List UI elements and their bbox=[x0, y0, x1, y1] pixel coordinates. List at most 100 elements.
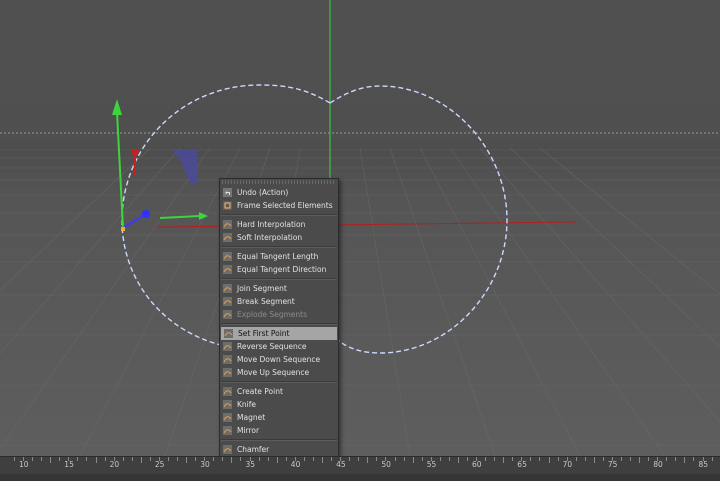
ruler-tick bbox=[512, 457, 513, 461]
menu-item-label: Move Up Sequence bbox=[237, 368, 310, 377]
context-menu: Undo (Action) Frame Selected Elements Hard… bbox=[219, 178, 339, 456]
ruler-tick bbox=[549, 457, 550, 463]
ruler-label: 85 bbox=[698, 460, 709, 469]
ruler-label: 25 bbox=[154, 460, 165, 469]
ruler-tick bbox=[240, 457, 241, 461]
menu-item-knife[interactable]: Knife bbox=[220, 398, 338, 411]
menu-item-reverse-sequence[interactable]: Reverse Sequence bbox=[220, 340, 338, 353]
move-manipulator[interactable] bbox=[112, 99, 208, 231]
ruler-tick bbox=[440, 457, 441, 461]
ruler-label: 75 bbox=[607, 460, 618, 469]
ruler-tick bbox=[693, 457, 694, 461]
ruler-tick bbox=[494, 457, 495, 461]
ruler-tick bbox=[422, 457, 423, 461]
menu-item-frame-selected-elements[interactable]: Frame Selected Elements bbox=[220, 199, 338, 212]
ruler-tick bbox=[458, 457, 459, 463]
menu-separator bbox=[221, 214, 337, 216]
ruler-tick bbox=[712, 457, 713, 461]
menu-item-explode-segments: Explode Segments bbox=[220, 308, 338, 321]
ruler-tick bbox=[105, 457, 106, 461]
ruler-label: 30 bbox=[200, 460, 210, 469]
menu-item-magnet[interactable]: Magnet bbox=[220, 411, 338, 424]
menu-item-chamfer[interactable]: Chamfer bbox=[220, 443, 338, 456]
break-segment-icon bbox=[223, 297, 232, 306]
menu-item-label: Soft Interpolation bbox=[237, 233, 303, 242]
menu-grip[interactable] bbox=[222, 180, 336, 184]
ruler-tick bbox=[286, 457, 287, 461]
hard-interp-icon bbox=[223, 220, 232, 229]
ruler-tick bbox=[576, 457, 577, 461]
menu-item-move-up-sequence[interactable]: Move Up Sequence bbox=[220, 366, 338, 379]
set-first-point-icon bbox=[224, 329, 233, 338]
menu-item-equal-tangent-direction[interactable]: Equal Tangent Direction bbox=[220, 263, 338, 276]
ruler-tick bbox=[41, 457, 42, 461]
ruler-tick bbox=[349, 457, 350, 461]
menu-item-hard-interpolation[interactable]: Hard Interpolation bbox=[220, 218, 338, 231]
menu-item-label: Frame Selected Elements bbox=[237, 201, 333, 210]
menu-item-break-segment[interactable]: Break Segment bbox=[220, 295, 338, 308]
move-down-icon bbox=[223, 355, 232, 364]
ruler-tick bbox=[86, 457, 87, 461]
reverse-sequence-icon bbox=[223, 342, 232, 351]
ruler-tick bbox=[675, 457, 676, 461]
menu-separator bbox=[221, 323, 337, 325]
menu-item-create-point[interactable]: Create Point bbox=[220, 385, 338, 398]
ruler-tick bbox=[150, 457, 151, 461]
menu-item-label: Knife bbox=[237, 400, 257, 409]
menu-item-label: Reverse Sequence bbox=[237, 342, 307, 351]
menu-item-join-segment[interactable]: Join Segment bbox=[220, 282, 338, 295]
ruler-label: 10 bbox=[19, 460, 29, 469]
ruler-label: 80 bbox=[653, 460, 663, 469]
ruler-tick bbox=[630, 457, 631, 461]
menu-item-label: Equal Tangent Direction bbox=[237, 265, 327, 274]
ruler-tick bbox=[168, 457, 169, 461]
ruler-tick bbox=[222, 457, 223, 461]
ruler-label: 45 bbox=[336, 460, 346, 469]
ruler-tick bbox=[485, 457, 486, 461]
menu-item-soft-interpolation[interactable]: Soft Interpolation bbox=[220, 231, 338, 244]
knife-icon bbox=[223, 400, 232, 409]
chamfer-icon bbox=[223, 445, 232, 454]
frame-icon bbox=[223, 201, 232, 210]
ruler-tick bbox=[259, 457, 260, 461]
floor-grid bbox=[0, 147, 720, 456]
menu-item-move-down-sequence[interactable]: Move Down Sequence bbox=[220, 353, 338, 366]
ruler-tick bbox=[32, 457, 33, 461]
tangent-length-icon bbox=[223, 252, 232, 261]
ruler-tick bbox=[186, 457, 187, 463]
ruler-tick bbox=[123, 457, 124, 461]
ruler-tick bbox=[666, 457, 667, 461]
join-segment-icon bbox=[223, 284, 232, 293]
menu-item-undo-action[interactable]: Undo (Action) bbox=[220, 186, 338, 199]
ruler-tick bbox=[268, 457, 269, 461]
ruler-tick bbox=[177, 457, 178, 461]
ruler-tick bbox=[404, 457, 405, 461]
timeline-ruler[interactable]: 10 15 20 25 30 35 40 45 50 55 60 65 70 75 80 85 bbox=[0, 456, 720, 481]
menu-item-label: Mirror bbox=[237, 426, 260, 435]
ruler-tick bbox=[50, 457, 51, 463]
menu-item-equal-tangent-length[interactable]: Equal Tangent Length bbox=[220, 250, 338, 263]
ruler-tick bbox=[277, 457, 278, 463]
menu-item-set-first-point[interactable]: Set First Point bbox=[221, 327, 337, 340]
ruler-tick bbox=[530, 457, 531, 461]
menu-item-mirror[interactable]: Mirror bbox=[220, 424, 338, 437]
ruler-tick bbox=[376, 457, 377, 461]
ruler-tick bbox=[395, 457, 396, 461]
ruler-label: 70 bbox=[562, 460, 573, 469]
menu-separator bbox=[221, 246, 337, 248]
menu-separator bbox=[221, 439, 337, 441]
move-up-icon bbox=[223, 368, 232, 377]
ruler-tick bbox=[449, 457, 450, 461]
ruler-tick bbox=[358, 457, 359, 461]
ruler-tick bbox=[331, 457, 332, 461]
ruler-tick bbox=[539, 457, 540, 461]
viewport-3d[interactable]: Undo (Action) Frame Selected Elements Hard… bbox=[0, 0, 720, 456]
ruler-tick bbox=[96, 457, 97, 463]
menu-item-label: Set First Point bbox=[238, 329, 290, 338]
menu-separator bbox=[221, 278, 337, 280]
menu-list: Undo (Action) Frame Selected Elements Hard… bbox=[220, 186, 338, 456]
ruler-label: 50 bbox=[381, 460, 391, 469]
viewport-scene[interactable] bbox=[0, 0, 720, 456]
ruler-tick bbox=[141, 457, 142, 463]
ruler-label: 55 bbox=[426, 460, 437, 469]
